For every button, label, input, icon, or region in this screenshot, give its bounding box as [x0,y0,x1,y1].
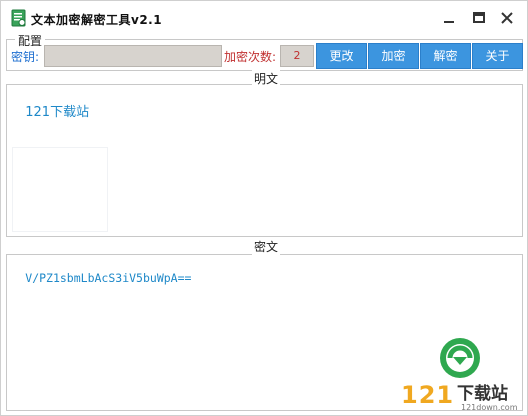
app-window: 文本加密解密工具v2.1 配置 密钥: 加密次数: 2 更改 加密 解密 关于 … [0,0,528,416]
maximize-icon[interactable] [469,9,489,27]
encrypt-count-input[interactable]: 2 [280,45,314,67]
ciphertext-content: V/PZ1sbmLbAcS3iV5buWpA== [25,271,192,285]
key-label: 密钥: [11,50,40,64]
encrypt-button[interactable]: 加密 [368,43,419,69]
config-group: 配置 密钥: 加密次数: 2 更改 加密 解密 关于 [6,32,523,71]
watermark-number: 121 [401,381,455,409]
close-icon[interactable] [497,9,517,27]
plaintext-content: 121下载站 [25,105,90,120]
title-bar[interactable]: 文本加密解密工具v2.1 [1,1,527,35]
plaintext-area[interactable]: 121下载站 [6,84,523,237]
key-input[interactable] [44,45,222,67]
change-button[interactable]: 更改 [316,43,367,69]
background-ghost [12,147,108,232]
logo-icon [437,335,483,384]
minimize-icon[interactable] [439,9,459,27]
watermark-brand: 下载站 [457,384,508,404]
plaintext-label: 明文 [252,70,281,87]
app-icon [11,9,27,27]
decrypt-button[interactable]: 解密 [420,43,471,69]
config-group-title: 配置 [15,32,46,49]
encrypt-count-label: 加密次数: [224,50,277,64]
watermark-url: 121down.com [461,403,518,412]
ciphertext-label: 密文 [252,238,281,255]
watermark-logo: 121 下载站 121down.com [399,335,525,413]
about-button[interactable]: 关于 [472,43,523,69]
window-title: 文本加密解密工具v2.1 [31,13,163,27]
